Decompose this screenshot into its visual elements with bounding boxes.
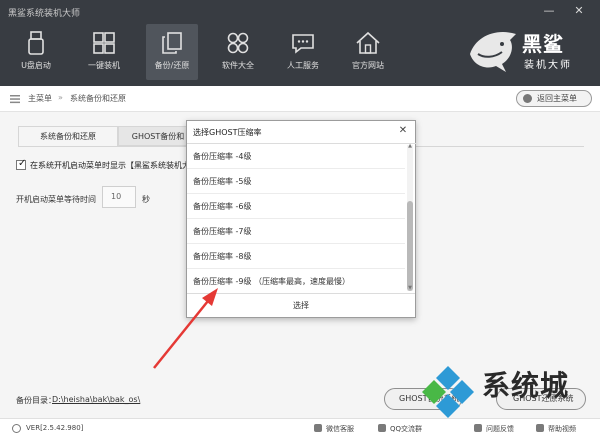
nav-label: 软件大全 [222,61,254,70]
backup-copy-icon [162,32,182,54]
scroll-up-icon[interactable]: ▲ [407,143,413,149]
nav-usb-boot[interactable]: U盘启动 [10,24,62,80]
home-icon [356,31,380,54]
windows-icon [93,32,115,54]
boot-wait-time-unit: 秒 [142,195,150,204]
brand-name: 黑鲨 [522,32,564,56]
nav-backup-restore[interactable]: 备份/还原 [146,24,198,80]
nav-software[interactable]: 软件大全 [212,24,264,80]
watermark-text: 系统城 [482,369,570,402]
version-icon [12,424,21,433]
compression-option[interactable]: 备份压缩率 -6级 [187,194,405,219]
shark-logo-icon [470,32,516,72]
nav-official-site[interactable]: 官方网站 [342,24,394,80]
nav-label: 备份/还原 [154,61,190,70]
video-icon [536,424,544,432]
breadcrumb-home-link[interactable]: 主菜单 [28,93,52,104]
usb-drive-icon [28,31,44,55]
nav-label: 官方网站 [352,61,384,70]
qq-group-link[interactable]: QQ交流群 [390,424,422,434]
nav-one-click-install[interactable]: 一键装机 [78,24,130,80]
apps-grid-icon [227,32,249,54]
back-arrow-icon [523,94,532,103]
wechat-support-link[interactable]: 微信客服 [326,424,354,434]
boot-wait-time-label: 开机启动菜单等待时间 [16,195,96,204]
backup-dir-link[interactable]: D:\heisha\bak\bak_os\ [52,395,140,404]
brand-logo: 黑鲨 装机大师 [466,24,584,76]
breadcrumb-current-page: 系统备份和还原 [70,94,126,103]
windows-logo-icon [422,366,474,418]
close-window-button[interactable]: ✕ [571,3,587,19]
app-title: 黑鲨系统装机大师 [8,9,81,19]
dialog-close-button[interactable]: ✕ [397,125,409,137]
nav-human-service[interactable]: 人工服务 [277,24,329,80]
back-button-label: 返回主菜单 [537,94,577,103]
dialog-scrollbar[interactable] [407,145,413,291]
breadcrumb-separator: » [58,93,63,102]
compression-option[interactable]: 备份压缩率 -5级 [187,169,405,194]
compression-option[interactable]: 备份压缩率 -7级 [187,219,405,244]
dialog-title: 选择GHOST压缩率 [193,128,262,137]
back-to-main-menu-button[interactable]: 返回主菜单 [516,90,592,107]
status-bar: VER[2.5.42.980] 微信客服 QQ交流群 问题反馈 帮助视频 [0,418,600,438]
scrollbar-thumb[interactable] [407,201,413,291]
top-toolbar: 黑鲨系统装机大师 — ✕ U盘启动 一键装机 备份/还原 软件大全 人工服务 官… [0,0,600,86]
boot-wait-time-input[interactable]: 10 [102,186,136,208]
chat-icon [292,34,314,54]
feedback-icon [474,424,482,432]
checkmark-icon: ✓ [18,158,27,169]
qq-icon [378,424,386,432]
brand-subtitle: 装机大师 [524,60,572,71]
show-in-boot-menu-checkbox[interactable]: ✓ [16,158,27,170]
red-arrow-annotation [153,288,218,369]
tab-system-backup-restore[interactable]: 系统备份和还原 [18,126,118,146]
feedback-link[interactable]: 问题反馈 [486,424,514,434]
help-video-link[interactable]: 帮助视频 [548,424,576,434]
version-text: VER[2.5.42.980] [26,424,84,432]
compression-option[interactable]: 备份压缩率 -4级 [187,144,405,169]
nav-label: 人工服务 [287,61,319,70]
nav-label: 一键装机 [88,61,120,70]
watermark: 系统城 [420,362,590,418]
menu-icon [10,95,20,104]
compression-option[interactable]: 备份压缩率 -8级 [187,244,405,269]
minimize-button[interactable]: — [541,3,557,19]
breadcrumb: 主菜单 » 系统备份和还原 返回主菜单 [0,86,600,112]
scroll-down-icon[interactable]: ▼ [407,285,413,291]
wechat-icon [314,424,322,432]
backup-dir-label: 备份目录： [16,396,56,405]
nav-label: U盘启动 [21,61,51,70]
show-in-boot-menu-label: 在系统开机启动菜单时显示【黑鲨系统装机大 [30,161,186,170]
compression-option-list: 备份压缩率 -4级 备份压缩率 -5级 备份压缩率 -6级 备份压缩率 -7级 … [187,143,417,293]
